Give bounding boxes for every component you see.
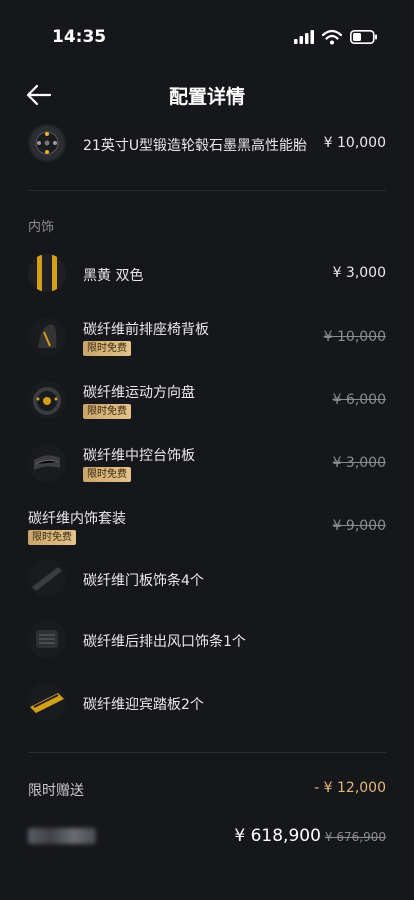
- package-item-name: 碳纤维后排出风口饰条1个: [83, 634, 246, 650]
- free-badge: 限时免费: [83, 467, 131, 482]
- interior-item-name: 碳纤维前排座椅背板: [83, 322, 209, 338]
- signal-icon: [294, 30, 314, 44]
- interior-item: 碳纤维前排座椅背板 限时免费 ¥ 10,000: [0, 316, 414, 360]
- gift-label: 限时赠送: [28, 783, 84, 799]
- interior-item-name: 碳纤维运动方向盘: [83, 385, 195, 401]
- free-badge: 限时免费: [28, 530, 76, 545]
- interior-item-name: 碳纤维中控台饰板: [83, 448, 195, 464]
- total-price: ¥ 618,900 ¥ 676,900: [234, 826, 386, 846]
- package-row: 碳纤维内饰套装 限时免费 ¥ 9,000: [0, 507, 414, 547]
- interior-item: 黑黄 双色 ¥ 3,000: [0, 254, 414, 294]
- blurred-label: [28, 828, 96, 844]
- nav-header: 配置详情: [0, 70, 414, 122]
- status-bar: 14:35: [0, 0, 414, 70]
- interior-item-price: ¥ 3,000: [332, 265, 386, 281]
- interior-item-price: ¥ 6,000: [332, 392, 386, 408]
- interior-section-label: 内饰: [28, 220, 55, 235]
- package-item-name: 碳纤维迎宾踏板2个: [83, 697, 204, 713]
- gift-value: - ¥ 12,000: [314, 780, 386, 796]
- wifi-icon: [322, 29, 342, 45]
- page-title: 配置详情: [168, 86, 245, 108]
- free-badge: 限时免费: [83, 404, 131, 419]
- air-vent-thumbnail: [28, 620, 66, 658]
- divider: [28, 752, 386, 753]
- wheel-thumbnail: [28, 124, 66, 162]
- interior-item-price: ¥ 10,000: [323, 329, 386, 345]
- package-item: 碳纤维后排出风口饰条1个: [0, 620, 414, 660]
- interior-thumbnail: [28, 254, 66, 292]
- current-price: ¥ 618,900: [234, 826, 321, 846]
- package-price: ¥ 9,000: [332, 518, 386, 534]
- divider: [28, 190, 386, 191]
- seat-thumbnail: [28, 318, 66, 356]
- console-thumbnail: [28, 444, 66, 482]
- package-name: 碳纤维内饰套装: [28, 511, 126, 527]
- battery-icon: [350, 30, 377, 44]
- interior-item: 碳纤维中控台饰板 限时免费 ¥ 3,000: [0, 442, 414, 486]
- package-item: 碳纤维门板饰条4个: [0, 559, 414, 599]
- interior-item: 碳纤维运动方向盘 限时免费 ¥ 6,000: [0, 379, 414, 423]
- sill-plate-thumbnail: [28, 683, 66, 721]
- status-time: 14:35: [52, 27, 107, 47]
- package-item-name: 碳纤维门板饰条4个: [83, 573, 204, 589]
- steering-wheel-thumbnail: [28, 381, 66, 419]
- wheel-price: ¥ 10,000: [323, 135, 386, 151]
- interior-item-name: 黑黄 双色: [83, 268, 144, 284]
- free-badge: 限时免费: [83, 341, 131, 356]
- wheel-name: 21英寸U型锻造轮毂石墨黑高性能胎: [83, 138, 308, 154]
- original-price: ¥ 676,900: [324, 830, 386, 844]
- door-trim-thumbnail: [28, 559, 66, 597]
- package-item: 碳纤维迎宾踏板2个: [0, 683, 414, 723]
- interior-item-price: ¥ 3,000: [332, 455, 386, 471]
- wheel-row: 21英寸U型锻造轮毂石墨黑高性能胎 ¥ 10,000: [0, 124, 414, 164]
